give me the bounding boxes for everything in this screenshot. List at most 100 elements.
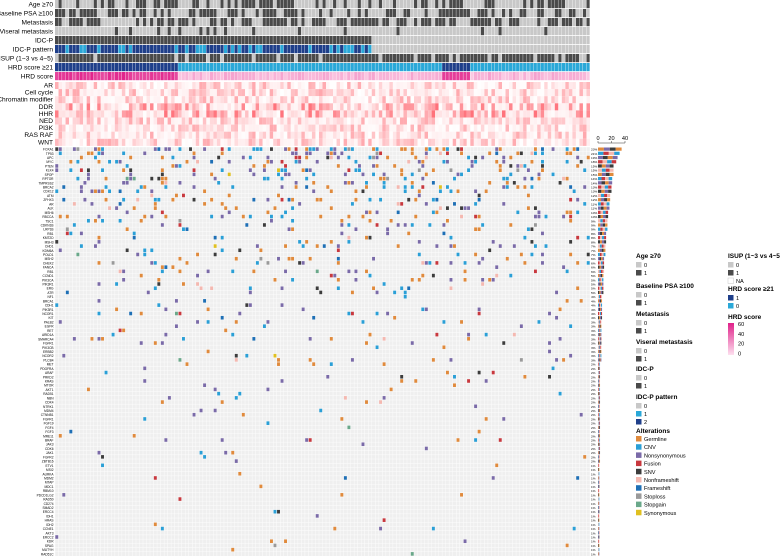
pathway-cell — [259, 138, 263, 146]
frequency-bar — [598, 147, 604, 151]
clinical-cell — [297, 0, 302, 9]
pathway-cell — [431, 96, 436, 104]
pathway-cell — [558, 96, 562, 104]
pathway-cell — [530, 103, 534, 111]
frequency-bar — [598, 408, 600, 413]
frequency-bar — [598, 455, 600, 459]
frequency-bar — [607, 193, 611, 198]
alteration-cell — [203, 383, 207, 388]
alteration-cell — [308, 256, 312, 261]
clinical-cell — [107, 18, 111, 27]
clinical-cell — [575, 36, 580, 45]
pathway-cell — [255, 89, 260, 97]
pathway-cell — [83, 96, 87, 104]
alteration-cell — [541, 261, 544, 265]
clinical-cell — [121, 54, 126, 63]
clinical-cell — [276, 9, 280, 18]
pathway-cell — [276, 124, 281, 132]
pathway-cell — [171, 89, 175, 97]
frequency-bar — [599, 299, 601, 303]
alteration-cell — [523, 164, 527, 168]
clinical-cell — [322, 36, 326, 45]
frequency-bar — [598, 214, 601, 219]
alteration-cell — [319, 197, 323, 202]
pathway-cell — [498, 131, 503, 139]
frequency-bar — [598, 430, 600, 434]
alteration-cell — [231, 332, 235, 337]
alteration-cell — [329, 147, 333, 151]
pathway-cell — [435, 138, 439, 146]
pathway-cell — [273, 103, 277, 111]
clinical-cell — [371, 72, 375, 81]
pathway-cell — [410, 89, 415, 97]
alteration-cell — [569, 252, 573, 257]
alteration-cell — [386, 176, 390, 181]
clinical-cell — [308, 72, 312, 81]
clinical-cell — [357, 0, 361, 9]
pathway-cell — [494, 138, 499, 146]
clinical-cell — [100, 0, 104, 9]
pathway-cell — [392, 138, 397, 146]
pathway-cell — [530, 82, 534, 90]
clinical-cell — [537, 63, 541, 72]
pathway-cell — [336, 103, 341, 111]
pathway-cell — [487, 131, 492, 139]
clinical-cell — [65, 36, 69, 45]
pathway-cell — [104, 124, 108, 132]
pathway-cell — [171, 110, 175, 118]
alteration-cell — [488, 151, 492, 156]
pathway-cell — [480, 131, 485, 139]
clinical-cell — [435, 18, 439, 27]
pathway-cell — [213, 124, 217, 132]
pathway-cell — [452, 117, 457, 125]
pathway-cell — [389, 138, 393, 146]
pathway-cell — [318, 96, 323, 104]
alteration-cell — [220, 168, 224, 172]
alteration-cell — [234, 320, 238, 324]
alteration-cell — [333, 147, 337, 151]
pathway-cell — [125, 138, 129, 146]
pathway-cell — [459, 96, 464, 104]
alteration-cell — [136, 252, 140, 257]
clinical-cell — [297, 9, 302, 18]
pathway-cell — [287, 131, 291, 139]
frequency-bar — [598, 531, 599, 535]
pathway-cell — [498, 103, 503, 111]
pathway-cell — [76, 131, 80, 139]
pathway-cell — [512, 110, 517, 118]
alteration-cell — [428, 147, 432, 151]
pathway-cell — [537, 82, 541, 90]
legend-title: IDC-P pattern — [636, 394, 677, 401]
clinical-cell — [308, 36, 312, 45]
alteration-cell — [322, 244, 326, 248]
clinical-cell — [554, 9, 558, 18]
clinical-cell — [385, 72, 390, 81]
clinical-cell — [582, 18, 587, 27]
frequency-bar — [600, 303, 602, 307]
pathway-cell — [65, 110, 70, 118]
alteration-cell — [122, 168, 126, 172]
pathway-cell — [104, 117, 108, 125]
clinical-cell — [206, 18, 210, 27]
clinical-cell — [484, 18, 488, 27]
pathway-cell — [354, 124, 358, 132]
pathway-cell — [65, 124, 70, 132]
pathway-cell — [209, 131, 214, 139]
clinical-cell — [540, 0, 544, 9]
frequency-bar — [601, 193, 605, 198]
clinical-cell — [561, 27, 566, 36]
pathway-cell — [533, 117, 538, 125]
alteration-cell — [533, 223, 537, 227]
alteration-cell — [442, 345, 446, 350]
pathway-cell — [118, 117, 122, 125]
pathway-cell — [280, 103, 284, 111]
pathway-cell — [58, 96, 63, 104]
clinical-cell — [206, 45, 210, 54]
pathway-cell — [502, 103, 506, 111]
pathway-cell — [435, 110, 439, 118]
frequency-bar — [598, 522, 600, 526]
clinical-cell — [248, 72, 252, 81]
alteration-cell — [213, 408, 217, 413]
clinical-cell — [72, 36, 76, 45]
clinical-cell — [269, 0, 273, 9]
